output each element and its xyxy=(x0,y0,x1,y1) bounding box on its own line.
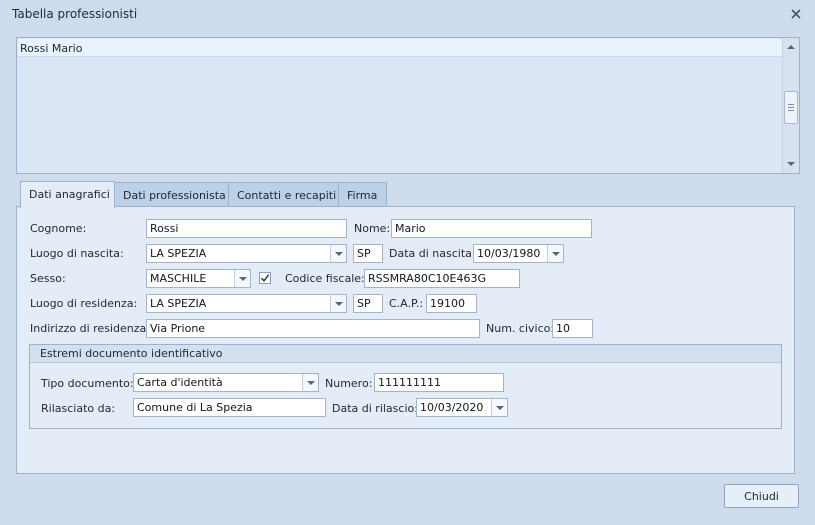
list-item[interactable]: Rossi Mario xyxy=(18,39,782,57)
title-bar: Tabella professionisti xyxy=(0,0,815,28)
provincia-residenza-input[interactable]: SP xyxy=(353,294,383,313)
cap-label: C.A.P.: xyxy=(389,297,424,310)
chevron-down-icon[interactable] xyxy=(491,399,507,416)
scroll-up-icon[interactable] xyxy=(786,42,796,52)
chevron-down-icon[interactable] xyxy=(547,245,563,262)
rilasciato-input[interactable]: Comune di La Spezia xyxy=(133,398,326,417)
tab-dati-professionista[interactable]: Dati professionista xyxy=(114,182,229,207)
cognome-label: Cognome: xyxy=(30,222,87,235)
codice-fiscale-checkbox[interactable] xyxy=(259,272,271,284)
indirizzo-input[interactable]: Via Prione xyxy=(146,319,480,338)
numero-label: Numero: xyxy=(325,377,373,390)
chevron-down-icon[interactable] xyxy=(330,295,346,312)
tipo-documento-combo[interactable]: Carta d'identità xyxy=(133,373,319,392)
indirizzo-label: Indirizzo di residenza: xyxy=(30,322,150,335)
luogo-nascita-label: Luogo di nascita: xyxy=(30,247,124,260)
tab-firma[interactable]: Firma xyxy=(338,182,387,207)
codice-fiscale-label: Codice fiscale: xyxy=(285,272,365,285)
numero-input[interactable]: 111111111 xyxy=(374,373,504,392)
close-button[interactable]: Chiudi xyxy=(724,484,799,508)
num-civico-label: Num. civico: xyxy=(486,322,555,335)
nome-label: Nome: xyxy=(354,222,391,235)
professionals-list[interactable]: Rossi Mario xyxy=(16,37,800,174)
tab-contatti-recapiti[interactable]: Contatti e recapiti xyxy=(228,182,339,207)
chevron-down-icon[interactable] xyxy=(302,374,318,391)
chevron-down-icon[interactable] xyxy=(330,245,346,262)
provincia-nascita-input[interactable]: SP xyxy=(353,244,383,263)
data-rilascio-value: 10/03/2020 xyxy=(420,401,484,414)
documento-group-title: Estremi documento identificativo xyxy=(30,345,781,363)
codice-fiscale-input[interactable]: RSSMRA80C10E463G xyxy=(364,269,520,288)
cap-input[interactable]: 19100 xyxy=(426,294,477,313)
window-title: Tabella professionisti xyxy=(12,7,138,21)
luogo-nascita-value: LA SPEZIA xyxy=(150,247,207,260)
rilasciato-label: Rilasciato da: xyxy=(41,402,116,415)
num-civico-input[interactable]: 10 xyxy=(552,319,593,338)
sesso-combo[interactable]: MASCHILE xyxy=(146,269,251,288)
nome-input[interactable]: Mario xyxy=(391,219,592,238)
data-nascita-label: Data di nascita: xyxy=(389,247,476,260)
data-nascita-value: 10/03/1980 xyxy=(477,247,541,260)
data-nascita-picker[interactable]: 10/03/1980 xyxy=(473,244,564,263)
tab-dati-anagrafici[interactable]: Dati anagrafici xyxy=(20,181,115,208)
sesso-value: MASCHILE xyxy=(150,272,207,285)
data-rilascio-picker[interactable]: 10/03/2020 xyxy=(416,398,508,417)
vertical-scrollbar[interactable] xyxy=(782,38,799,173)
tipo-documento-label: Tipo documento: xyxy=(41,377,134,390)
data-rilascio-label: Data di rilascio: xyxy=(332,402,418,415)
luogo-nascita-combo[interactable]: LA SPEZIA xyxy=(146,244,347,263)
luogo-residenza-value: LA SPEZIA xyxy=(150,297,207,310)
close-x-icon[interactable] xyxy=(789,7,803,21)
chevron-down-icon[interactable] xyxy=(234,270,250,287)
cognome-input[interactable]: Rossi xyxy=(146,219,347,238)
sesso-label: Sesso: xyxy=(30,272,66,285)
luogo-residenza-label: Luogo di residenza: xyxy=(30,297,138,310)
scroll-thumb[interactable] xyxy=(784,91,798,124)
tipo-documento-value: Carta d'identità xyxy=(137,376,223,389)
scroll-down-icon[interactable] xyxy=(786,159,796,169)
checkmark-icon xyxy=(260,274,270,282)
luogo-residenza-combo[interactable]: LA SPEZIA xyxy=(146,294,347,313)
